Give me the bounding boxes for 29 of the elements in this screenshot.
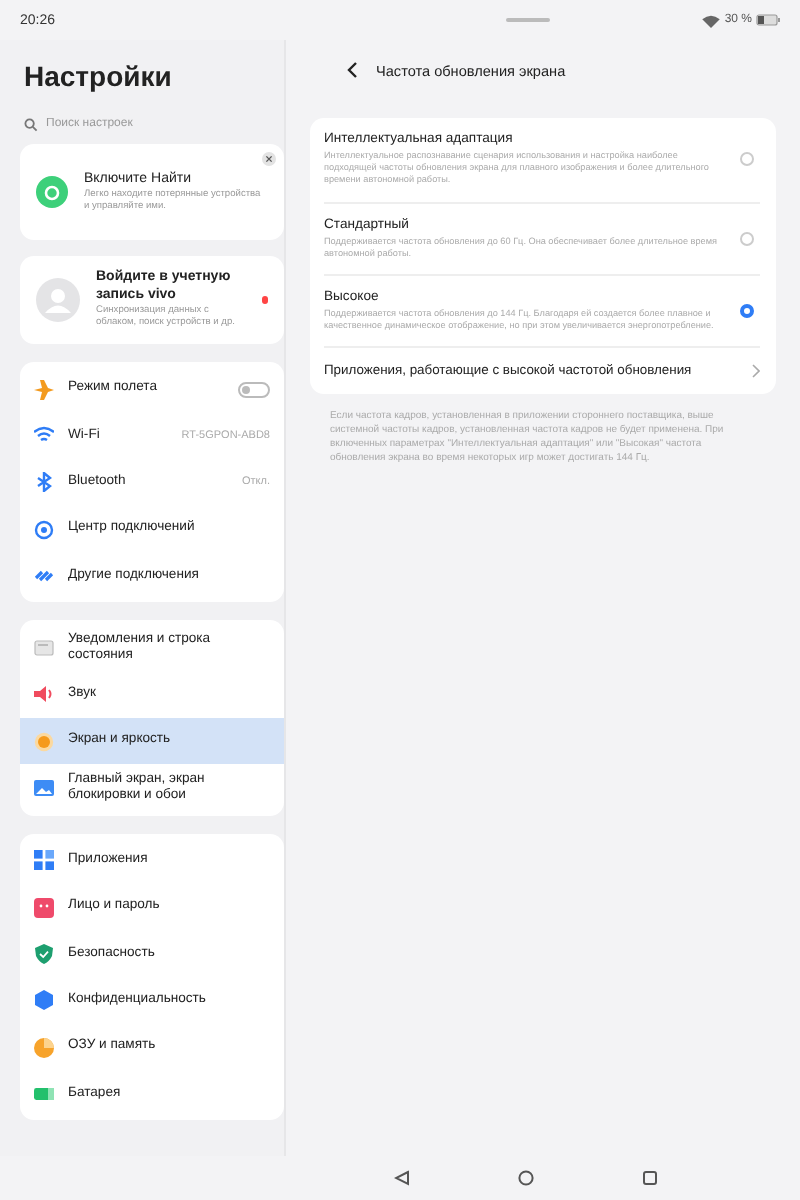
- apps-icon: [34, 850, 54, 871]
- wifi-icon: [702, 13, 721, 27]
- wifi-icon: [34, 425, 54, 446]
- sun-icon: [34, 731, 54, 752]
- airplane-icon: [34, 379, 54, 400]
- speaker-icon: [34, 684, 54, 705]
- face-icon: [34, 897, 54, 918]
- back-icon[interactable]: [346, 62, 358, 78]
- locator-icon: [36, 176, 68, 208]
- search-icon: [24, 117, 38, 131]
- radio-button[interactable]: [740, 152, 754, 167]
- close-icon[interactable]: [262, 152, 276, 166]
- hub-icon: [34, 519, 54, 540]
- battery-icon: [756, 14, 780, 26]
- home-nav-icon[interactable]: [517, 1170, 533, 1186]
- radio-button[interactable]: [740, 231, 754, 246]
- toggle-switch[interactable]: [238, 381, 270, 398]
- chevron-icon: [752, 364, 760, 379]
- back-nav-icon[interactable]: [393, 1170, 409, 1186]
- recents-nav-icon[interactable]: [641, 1170, 657, 1186]
- shield-icon: [34, 943, 54, 964]
- battery-icon: [34, 1083, 54, 1104]
- avatar-icon: [36, 278, 80, 322]
- wallpaper-icon: [34, 778, 54, 799]
- page-title: Настройки: [24, 60, 174, 96]
- radio-button[interactable]: [740, 304, 754, 319]
- pie-icon: [34, 1037, 54, 1057]
- notification-icon: [34, 638, 54, 659]
- bluetooth-icon: [34, 472, 54, 493]
